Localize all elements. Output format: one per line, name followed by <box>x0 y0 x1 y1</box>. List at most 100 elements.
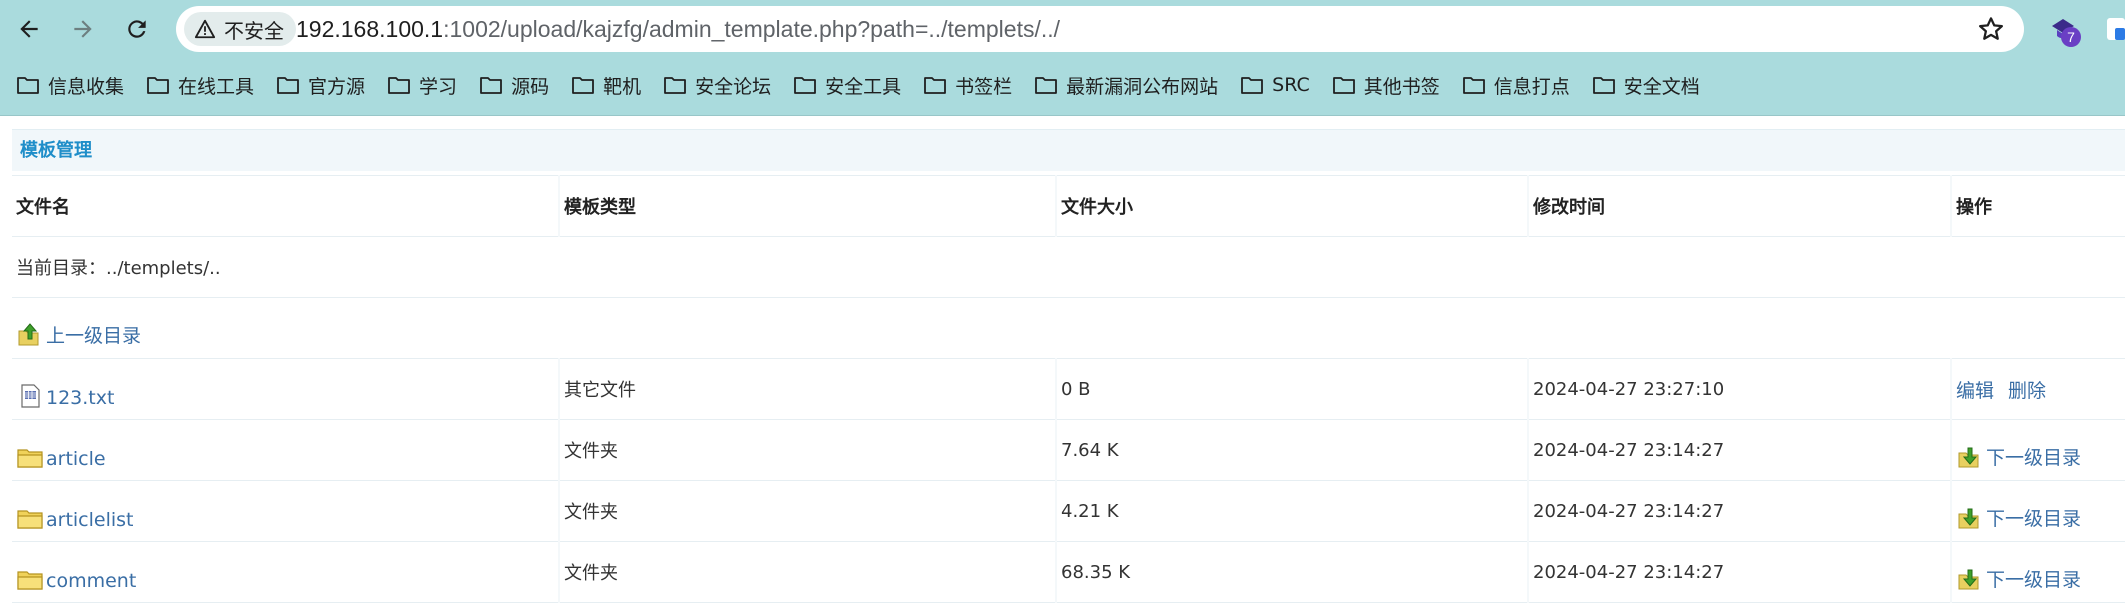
folder-icon <box>147 77 169 94</box>
bookmark-item[interactable]: 安全论坛 <box>663 66 771 104</box>
file-size: 68.35 K <box>1055 541 1528 603</box>
bookmark-item[interactable]: 最新漏洞公布网站 <box>1034 66 1218 104</box>
parent-directory-link[interactable]: 上一级目录 <box>46 321 141 348</box>
subdirectory-link[interactable]: 下一级目录 <box>1986 443 2081 470</box>
warning-triangle-icon <box>194 19 216 39</box>
table-header-row: 文件名 模板类型 文件大小 修改时间 操作 <box>12 175 2125 237</box>
file-name-link[interactable]: articlelist <box>46 509 134 531</box>
bookmark-label: 其他书签 <box>1363 75 1440 98</box>
file-type: 文件夹 <box>558 419 1056 481</box>
file-name-cell: articlelist <box>16 481 554 541</box>
bookmark-item[interactable]: 在线工具 <box>146 66 254 104</box>
file-name-cell: 123.txt <box>16 359 554 419</box>
table-row: comment 文件夹 68.35 K 2024-04-27 23:14:27 下一级目… <box>12 541 2125 603</box>
parent-directory-row: 上一级目录 <box>12 297 2125 359</box>
table-row: articlelist 文件夹 4.21 K 2024-04-27 23:14:27 下… <box>12 480 2125 542</box>
file-name-link[interactable]: 123.txt <box>46 387 114 409</box>
table-row: 123.txt 其它文件 0 B 2024-04-27 23:27:10 编辑 删除 <box>12 358 2125 420</box>
bookmark-item[interactable]: 信息收集 <box>16 66 124 104</box>
folder-down-icon <box>1958 447 1979 468</box>
folder-icon <box>17 77 39 94</box>
text-file-icon <box>21 384 40 408</box>
folder-icon <box>480 77 502 94</box>
bookmark-item[interactable]: SRC <box>1240 66 1310 104</box>
bookmark-label: 安全工具 <box>825 75 902 98</box>
subdirectory-link[interactable]: 下一级目录 <box>1986 504 2081 531</box>
file-mtime: 2024-04-27 23:27:10 <box>1527 358 1951 420</box>
folder-icon <box>388 77 410 94</box>
browser-toolbar: 不安全 192.168.100.1:1002/upload/kajzfg/adm… <box>0 0 2125 58</box>
bookmarks-bar: 信息收集 在线工具 官方源 学习 源码 靶机 安全论坛 安全工具 书签栏 最新漏洞公布网站 SRC 其… <box>0 66 1722 104</box>
subdirectory-link[interactable]: 下一级目录 <box>1986 565 2081 592</box>
panel-title: 模板管理 <box>20 140 92 161</box>
current-directory-row: 当前目录：../templets/.. <box>12 236 2125 298</box>
panel-header: 模板管理 <box>12 129 2125 171</box>
url-host: 192.168.100.1 <box>296 16 444 42</box>
bookmark-label: 信息收集 <box>48 75 125 98</box>
bookmark-label: 最新漏洞公布网站 <box>1066 75 1219 98</box>
url-text[interactable]: 192.168.100.1:1002/upload/kajzfg/admin_t… <box>296 6 1060 52</box>
security-label: 不安全 <box>224 18 284 43</box>
file-size: 4.21 K <box>1055 480 1528 542</box>
current-directory: 当前目录：../templets/.. <box>12 236 2125 298</box>
bookmark-label: 官方源 <box>308 75 366 98</box>
folder-up-icon <box>18 323 39 346</box>
folder-icon <box>1592 77 1615 94</box>
folder-down-icon <box>1958 569 1979 590</box>
folder-icon <box>1332 77 1355 94</box>
bookmark-star-icon[interactable] <box>1976 14 2006 44</box>
bookmark-item[interactable]: 靶机 <box>571 66 641 104</box>
file-actions: 下一级目录 <box>1950 541 2125 603</box>
folder-icon <box>1241 77 1264 94</box>
edit-link[interactable]: 编辑 <box>1956 376 1994 403</box>
folder-icon <box>17 571 43 590</box>
back-button[interactable] <box>12 12 46 46</box>
bookmark-item[interactable]: 安全文档 <box>1592 66 1700 104</box>
file-name-cell: comment <box>16 542 554 602</box>
table-row: article 文件夹 7.64 K 2024-04-27 23:14:27 下一级目录 <box>12 419 2125 481</box>
file-mtime: 2024-04-27 23:14:27 <box>1527 541 1951 603</box>
bookmark-label: SRC <box>1272 74 1310 96</box>
reload-icon <box>128 20 146 38</box>
bookmark-item[interactable]: 安全工具 <box>793 66 901 104</box>
folder-icon <box>664 77 686 94</box>
file-type: 其它文件 <box>558 358 1056 420</box>
address-bar[interactable]: 不安全 192.168.100.1:1002/upload/kajzfg/adm… <box>176 6 2024 52</box>
folder-icon <box>17 510 43 529</box>
file-size: 0 B <box>1055 358 1528 420</box>
bookmark-label: 书签栏 <box>955 75 1013 98</box>
file-name-link[interactable]: article <box>46 448 106 470</box>
file-mtime: 2024-04-27 23:14:27 <box>1527 480 1951 542</box>
bookmark-label: 源码 <box>511 75 550 98</box>
bookmark-label: 靶机 <box>603 75 642 98</box>
file-actions: 下一级目录 <box>1950 419 2125 481</box>
parent-directory-cell: 上一级目录 <box>16 298 2121 358</box>
column-header-name: 文件名 <box>12 175 559 237</box>
bookmark-item[interactable]: 书签栏 <box>923 66 1012 104</box>
folder-icon <box>924 77 947 94</box>
delete-link[interactable]: 删除 <box>2008 376 2046 403</box>
file-type: 文件夹 <box>558 541 1056 603</box>
bookmark-item[interactable]: 信息打点 <box>1462 66 1570 104</box>
bookmark-label: 在线工具 <box>178 75 255 98</box>
file-size: 7.64 K <box>1055 419 1528 481</box>
file-actions: 下一级目录 <box>1950 480 2125 542</box>
bookmark-item[interactable]: 其他书签 <box>1332 66 1440 104</box>
folder-icon <box>277 77 299 94</box>
extension-icon-2[interactable] <box>2103 14 2125 44</box>
bookmark-label: 学习 <box>419 75 458 98</box>
forward-button[interactable] <box>66 12 100 46</box>
bookmark-item[interactable]: 官方源 <box>276 66 365 104</box>
folder-icon <box>17 449 43 468</box>
file-mtime: 2024-04-27 23:14:27 <box>1527 419 1951 481</box>
bookmark-item[interactable]: 学习 <box>387 66 457 104</box>
file-actions: 编辑 删除 <box>1950 358 2125 420</box>
reload-button[interactable] <box>120 12 154 46</box>
bookmark-item[interactable]: 源码 <box>479 66 549 104</box>
folder-icon <box>1462 77 1485 94</box>
arrow-right-icon <box>74 20 92 38</box>
page-content: 模板管理 文件名 模板类型 文件大小 修改时间 操作 当前目录：../templ… <box>0 117 2125 603</box>
security-indicator[interactable]: 不安全 <box>184 12 296 46</box>
column-header-ops: 操作 <box>1950 175 2125 237</box>
folder-icon <box>572 77 594 94</box>
